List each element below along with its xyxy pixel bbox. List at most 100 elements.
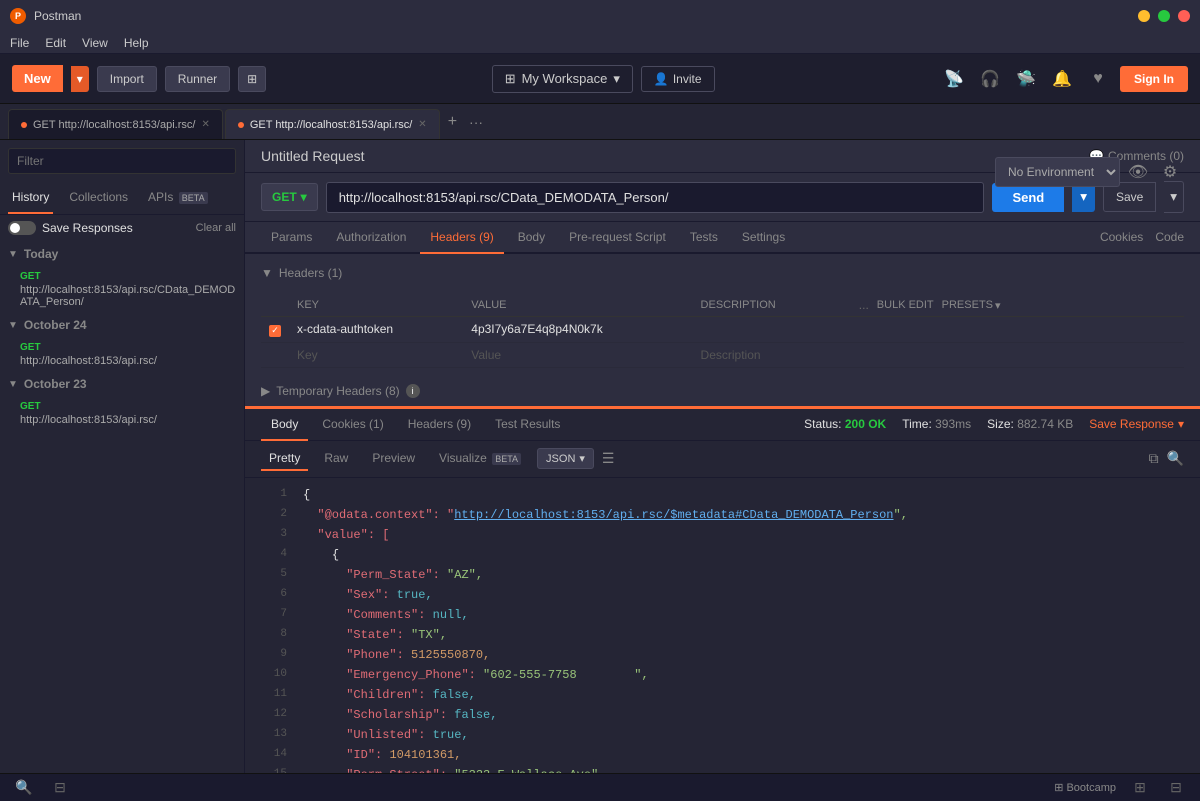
req-tab-tests[interactable]: Tests — [680, 222, 728, 254]
new-button[interactable]: New — [12, 65, 63, 92]
tab-close-1[interactable]: ✕ — [418, 119, 426, 130]
tab-close-0[interactable]: ✕ — [201, 119, 209, 130]
tab-0[interactable]: GET http://localhost:8153/api.rsc/ ✕ — [8, 109, 223, 139]
resp-tab-test-results[interactable]: Test Results — [485, 409, 570, 441]
import-button[interactable]: Import — [97, 66, 157, 92]
tabs-bar: GET http://localhost:8153/api.rsc/ ✕ GET… — [0, 104, 1200, 140]
status-value: 200 OK — [845, 417, 886, 431]
format-tab-raw[interactable]: Raw — [316, 447, 356, 471]
json-link[interactable]: http://localhost:8153/api.rsc/$metadata#… — [454, 508, 893, 522]
save-responses-toggle-switch[interactable] — [8, 221, 36, 235]
menu-file[interactable]: File — [10, 36, 29, 50]
ellipsis-icon[interactable]: ... — [859, 298, 869, 312]
header-key-empty[interactable]: Key — [289, 342, 463, 367]
env-eye-button[interactable]: 👁 — [1124, 158, 1152, 186]
sidebar-tab-history[interactable]: History — [8, 182, 53, 214]
resp-tab-headers[interactable]: Headers (9) — [398, 409, 481, 441]
sidebar-tab-collections[interactable]: Collections — [65, 182, 132, 214]
bootcamp-link[interactable]: ⊞ Bootcamp — [1054, 781, 1116, 794]
format-select[interactable]: JSON ▾ — [537, 448, 594, 469]
menu-view[interactable]: View — [82, 36, 108, 50]
th-value: VALUE — [463, 294, 692, 317]
format-tab-pretty[interactable]: Pretty — [261, 447, 308, 471]
resp-tab-body[interactable]: Body — [261, 409, 308, 441]
radar-icon-button[interactable]: 📡 — [940, 65, 968, 93]
bottom-explore-button[interactable]: ⊟ — [48, 776, 72, 800]
tab-add-button[interactable]: + — [442, 113, 463, 131]
history-item-today-0[interactable]: GET http://localhost:8153/api.rsc/CData_… — [0, 267, 244, 312]
maximize-button[interactable] — [1158, 10, 1170, 22]
section-oct24[interactable]: ▼ October 24 — [0, 312, 244, 338]
section-oct23[interactable]: ▼ October 23 — [0, 371, 244, 397]
format-tab-preview[interactable]: Preview — [364, 447, 423, 471]
time-label: Time: 393ms — [902, 417, 971, 431]
headphones-icon-button[interactable]: 🎧 — [976, 65, 1004, 93]
sign-in-button[interactable]: Sign In — [1120, 66, 1188, 92]
sidebar-search-area — [0, 140, 244, 182]
temp-headers-label: Temporary Headers (8) — [276, 384, 399, 398]
search-icon-button[interactable]: 🔍 — [1167, 450, 1184, 467]
req-tab-prerequest[interactable]: Pre-request Script — [559, 222, 676, 254]
json-line: 5 "Perm_State": "AZ", — [245, 566, 1200, 586]
history-item-oct24-0[interactable]: GET http://localhost:8153/api.rsc/ — [0, 338, 244, 371]
new-dropdown-button[interactable]: ▾ — [71, 66, 89, 92]
temp-headers[interactable]: ▶ Temporary Headers (8) i — [245, 380, 1200, 406]
tab-more-button[interactable]: ··· — [463, 114, 489, 130]
tab-1[interactable]: GET http://localhost:8153/api.rsc/ ✕ — [225, 109, 440, 139]
sidebar-tab-apis[interactable]: APIs BETA — [144, 182, 212, 214]
header-checkbox-0[interactable]: ✓ — [261, 317, 289, 343]
response-area: Body Cookies (1) Headers (9) Test Result… — [245, 406, 1200, 774]
close-button[interactable] — [1178, 10, 1190, 22]
req-tab-auth[interactable]: Authorization — [326, 222, 416, 254]
runner-button[interactable]: Runner — [165, 66, 230, 92]
minimize-button[interactable] — [1138, 10, 1150, 22]
satellite-icon-button[interactable]: 🛸 — [1012, 65, 1040, 93]
heart-icon-button[interactable]: ♥ — [1084, 65, 1112, 93]
apis-beta-badge: BETA — [179, 192, 208, 204]
clear-all-button[interactable]: Clear all — [196, 222, 236, 234]
req-tab-settings[interactable]: Settings — [732, 222, 795, 254]
bulk-edit-button[interactable]: Bulk Edit — [877, 299, 934, 311]
method-select[interactable]: GET ▾ — [261, 183, 318, 211]
bottom-search-button[interactable]: 🔍 — [12, 776, 36, 800]
header-desc-empty[interactable]: Description — [693, 342, 1184, 367]
json-line: 1{ — [245, 486, 1200, 506]
headers-section-title[interactable]: ▼ Headers (1) — [261, 266, 342, 280]
sidebar-search-input[interactable] — [8, 148, 236, 174]
env-settings-button[interactable]: ⚙ — [1156, 158, 1184, 186]
menu-help[interactable]: Help — [124, 36, 149, 50]
title-bar: P Postman — [0, 0, 1200, 32]
save-response-button[interactable]: Save Response ▾ — [1089, 417, 1184, 431]
header-key-0[interactable]: x-cdata-authtoken — [289, 317, 463, 343]
bell-icon-button[interactable]: 🔔 — [1048, 65, 1076, 93]
environment-select[interactable]: No Environment — [995, 157, 1120, 187]
code-link[interactable]: Code — [1155, 230, 1184, 244]
wrap-icon-button[interactable]: ☰ — [602, 450, 615, 467]
format-tab-visualize[interactable]: Visualize BETA — [431, 447, 529, 471]
headers-section: ▼ Headers (1) KEY VALUE — [245, 254, 1200, 380]
bottom-layout2-button[interactable]: ⊟ — [1164, 776, 1188, 800]
workspace-button[interactable]: ⊞ My Workspace ▾ — [492, 65, 633, 93]
header-value-empty[interactable]: Value — [463, 342, 692, 367]
bottom-layout1-button[interactable]: ⊞ — [1128, 776, 1152, 800]
method-label: GET — [272, 190, 297, 204]
tab-label-1: GET http://localhost:8153/api.rsc/ — [250, 119, 412, 131]
copy-icon-button[interactable]: ⧉ — [1149, 450, 1159, 467]
env-select-container: No Environment 👁 ⚙ — [995, 157, 1184, 187]
invite-button[interactable]: 👤 Invite — [641, 66, 715, 92]
resp-tab-cookies[interactable]: Cookies (1) — [312, 409, 393, 441]
layout-button[interactable]: ⊞ — [238, 66, 266, 92]
header-value-0[interactable]: 4p3I7y6a7E4q8p4N0k7k — [463, 317, 692, 343]
menu-edit[interactable]: Edit — [45, 36, 66, 50]
json-line: 4 { — [245, 546, 1200, 566]
req-tab-body[interactable]: Body — [508, 222, 555, 254]
history-item-oct23-0[interactable]: GET http://localhost:8153/api.rsc/ — [0, 397, 244, 430]
presets-button[interactable]: Presets ▾ — [942, 299, 1001, 312]
section-today[interactable]: ▼ Today — [0, 241, 244, 267]
req-tab-headers[interactable]: Headers (9) — [420, 222, 503, 254]
req-tab-params[interactable]: Params — [261, 222, 322, 254]
url-input[interactable] — [326, 182, 985, 213]
cookies-link[interactable]: Cookies — [1100, 230, 1143, 244]
workspace-label: My Workspace — [522, 71, 608, 86]
header-desc-0[interactable] — [693, 317, 1184, 343]
